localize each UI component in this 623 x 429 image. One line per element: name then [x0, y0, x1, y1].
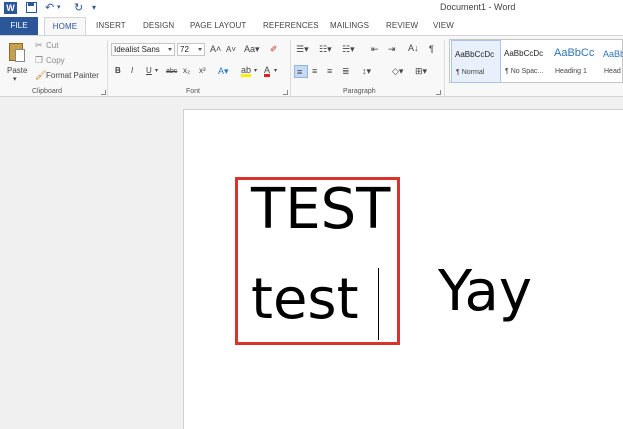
decrease-indent-icon[interactable]: ⇤: [371, 44, 379, 54]
ribbon-tabs: FILE HOME INSERT DESIGN PAGE LAYOUT REFE…: [0, 17, 623, 36]
style-name: ¶ Normal: [456, 69, 485, 76]
chevron-down-icon: [168, 48, 172, 51]
line-spacing-icon[interactable]: ↕▾: [362, 66, 371, 76]
font-color-icon[interactable]: A: [264, 66, 271, 77]
font-size-value: 72: [180, 45, 189, 54]
numbering-icon[interactable]: ☷▾: [319, 44, 332, 54]
copy-icon: ❐: [35, 55, 44, 65]
undo-icon[interactable]: ↶: [45, 1, 54, 15]
format-painter-icon: 🖌: [35, 70, 47, 80]
strikethrough-button[interactable]: abc: [166, 67, 177, 77]
ribbon: Paste ▾ ✂ Cut ❐ Copy 🖌 Format Painter Cl…: [0, 35, 623, 97]
font-size-select[interactable]: 72: [177, 43, 205, 56]
font-launcher-icon[interactable]: [283, 90, 288, 95]
style-heading-1[interactable]: AaBbCc Heading 1: [551, 40, 601, 83]
window-title: Document1 - Word: [440, 2, 516, 12]
paste-icon[interactable]: [7, 40, 27, 64]
format-painter-button[interactable]: Format Painter: [46, 71, 99, 80]
borders-icon[interactable]: ⊞▾: [415, 66, 427, 76]
underline-button[interactable]: U: [146, 66, 152, 76]
clipboard-launcher-icon[interactable]: [101, 90, 106, 95]
chevron-down-icon: [198, 48, 202, 51]
style-sample: AaBbCcDc: [455, 50, 495, 59]
document-text-line[interactable]: test: [251, 268, 359, 332]
font-name-value: Idealist Sans: [114, 45, 160, 54]
word-logo-icon: W: [4, 2, 17, 14]
style-heading-2[interactable]: AaBb Head: [600, 40, 623, 83]
paste-button[interactable]: Paste: [7, 66, 27, 75]
group-divider: [444, 40, 445, 96]
cut-button[interactable]: Cut: [46, 41, 58, 50]
justify-icon[interactable]: ≣: [342, 66, 350, 76]
italic-button[interactable]: I: [131, 66, 133, 76]
tab-home[interactable]: HOME: [44, 17, 86, 36]
sort-icon[interactable]: A↓: [408, 43, 419, 53]
shrink-font-icon[interactable]: A˅: [226, 45, 236, 55]
highlight-color-icon[interactable]: ab: [241, 66, 252, 77]
bullets-icon[interactable]: ☰▾: [296, 44, 309, 54]
highlight-dropdown-icon[interactable]: ▾: [254, 66, 257, 76]
shading-icon[interactable]: ◇▾: [392, 66, 403, 76]
document-text-line[interactable]: TEST: [251, 178, 390, 242]
customize-toolbar-icon[interactable]: ▾: [92, 1, 96, 15]
multilevel-list-icon[interactable]: ☵▾: [342, 44, 355, 54]
undo-dropdown-icon[interactable]: ▾: [57, 1, 61, 15]
styles-gallery: AaBbCcDc ¶ Normal AaBbCcDc ¶ No Spac... …: [449, 39, 623, 83]
redo-icon[interactable]: ↻: [74, 1, 83, 15]
change-case-icon[interactable]: Aa▾: [244, 44, 260, 54]
save-icon[interactable]: [26, 2, 37, 13]
style-name: Heading 1: [555, 68, 587, 75]
align-center-icon[interactable]: ≡: [312, 66, 317, 76]
font-name-select[interactable]: Idealist Sans: [111, 43, 175, 56]
align-left-icon: ≡: [297, 67, 303, 77]
copy-button[interactable]: Copy: [46, 56, 65, 65]
style-name: Head: [604, 68, 621, 75]
paste-dropdown-icon[interactable]: ▾: [13, 75, 17, 85]
tab-references[interactable]: REFERENCES: [263, 17, 319, 35]
show-formatting-marks-icon[interactable]: ¶: [429, 44, 434, 54]
style-sample: AaBbCcDc: [504, 49, 544, 58]
text-cursor: [378, 268, 379, 340]
text-effects-icon[interactable]: A▾: [218, 66, 229, 76]
tab-page-layout[interactable]: PAGE LAYOUT: [190, 17, 246, 35]
grow-font-icon[interactable]: A˄: [210, 44, 221, 54]
tab-mailings[interactable]: MAILINGS: [330, 17, 369, 35]
paragraph-group-label: Paragraph: [343, 88, 376, 95]
title-bar: W ↶ ▾ ↻ ▾ Document1 - Word: [0, 0, 623, 17]
clear-formatting-icon[interactable]: ✐: [270, 44, 278, 54]
style-name: ¶ No Spac...: [505, 68, 544, 75]
document-text-line[interactable]: Yay: [438, 260, 532, 324]
group-divider: [107, 40, 108, 96]
paragraph-launcher-icon[interactable]: [436, 90, 441, 95]
group-divider: [290, 40, 291, 96]
align-left-button[interactable]: ≡: [294, 65, 308, 78]
document-page[interactable]: TEST test Yay: [183, 109, 623, 429]
font-group-label: Font: [186, 88, 201, 95]
style-sample: AaBbCc: [554, 47, 595, 59]
cut-icon: ✂: [35, 40, 43, 50]
tab-insert[interactable]: INSERT: [96, 17, 126, 35]
align-right-icon[interactable]: ≡: [327, 66, 332, 76]
tab-file[interactable]: FILE: [0, 17, 38, 35]
increase-indent-icon[interactable]: ⇥: [388, 44, 396, 54]
bold-button[interactable]: B: [115, 66, 121, 76]
style-no-spacing[interactable]: AaBbCcDc ¶ No Spac...: [501, 40, 551, 83]
superscript-button[interactable]: x²: [199, 66, 206, 76]
font-color-dropdown-icon[interactable]: ▾: [274, 66, 277, 76]
tab-design[interactable]: DESIGN: [143, 17, 174, 35]
subscript-button[interactable]: x₂: [183, 66, 190, 76]
clipboard-group-label: Clipboard: [32, 88, 62, 95]
underline-dropdown-icon[interactable]: ▾: [155, 66, 158, 76]
tab-view[interactable]: VIEW: [433, 17, 454, 35]
style-normal[interactable]: AaBbCcDc ¶ Normal: [451, 40, 501, 83]
tab-review[interactable]: REVIEW: [386, 17, 418, 35]
document-workspace[interactable]: TEST test Yay: [0, 98, 623, 429]
style-sample: AaBb: [603, 49, 623, 59]
